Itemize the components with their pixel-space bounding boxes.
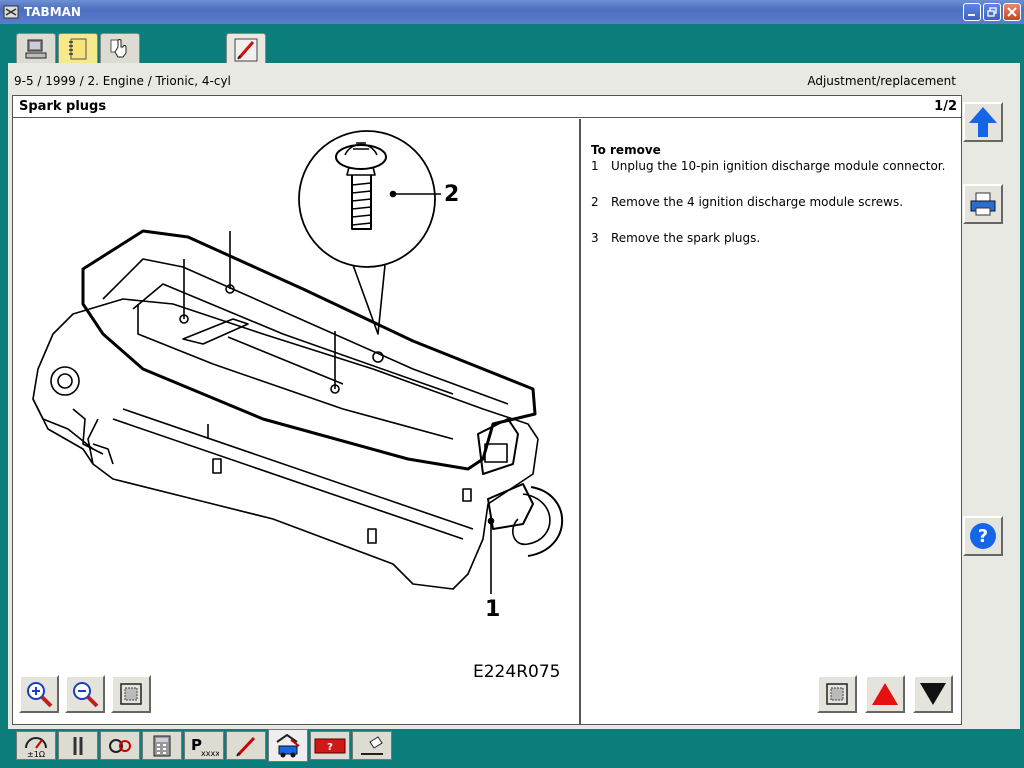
pen-icon — [234, 38, 258, 61]
content-frame: Spark plugs 1/2 2 1 E224R075 To remove 1… — [12, 95, 962, 725]
restore-button[interactable] — [983, 3, 1001, 21]
hand-pointer-icon — [110, 39, 127, 58]
fit-view-button[interactable] — [111, 675, 151, 713]
breadcrumb: 9-5 / 1999 / 2. Engine / Trionic, 4-cyl — [14, 74, 231, 88]
toolbar-part-number[interactable]: P xxxx — [184, 731, 224, 760]
toolbar-calculator[interactable] — [142, 731, 182, 760]
step-number: 2 — [591, 195, 599, 209]
toolbar-multimeter[interactable]: ±1Ω — [16, 731, 56, 760]
svg-text:?: ? — [327, 742, 333, 753]
restore-icon — [987, 7, 997, 17]
toolbar-car-service[interactable] — [268, 729, 308, 762]
help-icon: ? — [970, 523, 996, 549]
fit-view-icon — [120, 683, 142, 705]
image-code: E224R075 — [473, 662, 561, 682]
toolbar-fault-code[interactable]: ? — [310, 731, 350, 760]
tab-notebook[interactable] — [58, 33, 98, 64]
toolbar-wrench[interactable] — [58, 731, 98, 760]
svg-text:?: ? — [978, 526, 988, 547]
car-service-icon — [276, 733, 300, 757]
multimeter-icon: ±1Ω — [25, 736, 47, 758]
part-number-icon: P xxxx — [191, 736, 219, 758]
app-icon — [3, 5, 19, 19]
arrow-down-black-icon — [920, 683, 946, 705]
tab-pen[interactable] — [226, 33, 266, 65]
note-icon — [361, 735, 383, 755]
navigate-up-button[interactable] — [963, 102, 1003, 142]
computer-icon — [25, 39, 47, 59]
instructions-heading: To remove — [591, 143, 661, 157]
step-text: Unplug the 10-pin ignition discharge mod… — [611, 159, 946, 173]
callout-label-2: 2 — [444, 182, 460, 207]
window-title: TABMAN — [24, 5, 81, 19]
toolbar-diagnosis[interactable] — [100, 731, 140, 760]
toolbar-note[interactable] — [352, 731, 392, 760]
step-text: Remove the 4 ignition discharge module s… — [611, 195, 904, 209]
page-counter: 1/2 — [934, 99, 957, 114]
minimize-button[interactable] — [963, 3, 981, 21]
zoom-out-button[interactable] — [65, 675, 105, 713]
page-type-label: Adjustment/replacement — [807, 74, 956, 88]
calculator-icon — [153, 735, 171, 756]
next-page-button[interactable] — [913, 675, 953, 713]
toolbar-pen[interactable] — [226, 731, 266, 760]
close-icon — [1007, 7, 1017, 17]
print-button[interactable] — [963, 184, 1003, 224]
step-number: 3 — [591, 231, 599, 245]
svg-text:xxxx: xxxx — [201, 749, 219, 758]
notebook-icon — [69, 38, 87, 60]
pen-icon — [236, 736, 256, 757]
fault-code-icon: ? — [314, 738, 346, 753]
arrow-up-red-icon — [872, 683, 898, 705]
instruction-step: 1 Unplug the 10-pin ignition discharge mo… — [591, 159, 945, 173]
frame-toggle-button[interactable] — [817, 675, 857, 713]
wrench-icon — [73, 736, 83, 755]
close-button[interactable] — [1003, 3, 1021, 21]
help-button[interactable]: ? — [963, 516, 1003, 556]
main-panel: 9-5 / 1999 / 2. Engine / Trionic, 4-cyl … — [8, 63, 1020, 729]
page-title: Spark plugs — [19, 99, 107, 114]
content-header: Spark plugs 1/2 — [13, 96, 961, 118]
title-bar: TABMAN — [0, 0, 1024, 24]
printer-icon — [970, 192, 996, 216]
frame-icon — [826, 683, 848, 705]
tab-computer[interactable] — [16, 33, 56, 64]
illustration-panel: 2 1 E224R075 — [13, 119, 581, 724]
minimize-icon — [968, 14, 975, 16]
zoom-in-button[interactable] — [19, 675, 59, 713]
tab-hand-pointer[interactable] — [100, 33, 140, 64]
step-number: 1 — [591, 159, 599, 173]
instruction-step: 2 Remove the 4 ignition discharge module … — [591, 195, 903, 209]
arrow-up-blue-icon — [969, 107, 997, 137]
instructions-panel: To remove 1 Unplug the 10-pin ignition di… — [583, 119, 961, 724]
svg-text:±1Ω: ±1Ω — [27, 750, 45, 758]
ignition-module-illustration — [32, 130, 564, 594]
step-text: Remove the spark plugs. — [611, 231, 761, 245]
instruction-step: 3 Remove the spark plugs. — [591, 231, 760, 245]
previous-page-button[interactable] — [865, 675, 905, 713]
window-controls — [963, 3, 1021, 21]
gear-diagnosis-icon — [109, 738, 131, 753]
zoom-in-icon — [27, 682, 53, 708]
zoom-out-icon — [73, 682, 99, 708]
callout-label-1: 1 — [485, 597, 501, 622]
